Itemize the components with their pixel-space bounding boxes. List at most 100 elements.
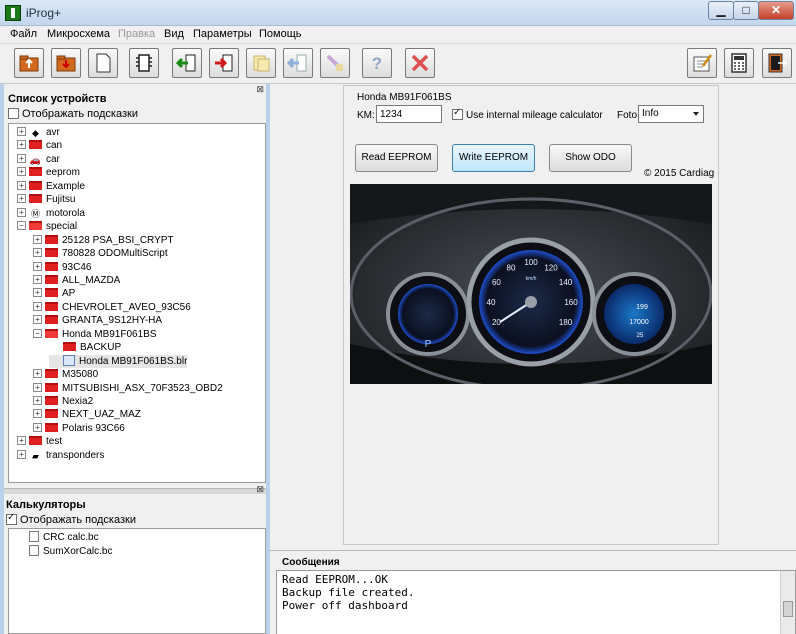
minimize-button[interactable]: ▁ [708, 1, 734, 20]
bc-file-icon [29, 545, 39, 556]
collapse-icon[interactable]: − [17, 221, 26, 231]
expand-icon[interactable]: + [33, 409, 42, 419]
tree-item[interactable]: + Nexia2 [33, 395, 93, 408]
expand-icon[interactable]: + [17, 436, 26, 446]
expand-icon[interactable]: + [17, 449, 26, 459]
erase-button[interactable] [320, 48, 350, 78]
expand-icon[interactable]: + [33, 422, 42, 432]
calculator-item[interactable]: SumXorCalc.bc [29, 545, 112, 557]
tree-item[interactable]: + AP [33, 287, 75, 300]
collapse-icon[interactable]: − [33, 328, 42, 338]
notepad-button[interactable] [687, 48, 717, 78]
chip-button[interactable] [129, 48, 159, 78]
devices-hint-checkbox[interactable]: Отображать подсказки [8, 108, 138, 120]
menu-edit[interactable]: Правка [118, 28, 155, 40]
expand-icon[interactable]: + [17, 194, 26, 204]
tree-item[interactable]: + Ⓜmotorola [17, 207, 85, 220]
tree-item[interactable]: + MITSUBISHI_ASX_70F3523_OBD2 [33, 382, 223, 395]
expand-icon[interactable]: + [17, 207, 26, 217]
tree-item[interactable]: + eeprom [17, 166, 80, 179]
save-folder-icon [56, 55, 76, 72]
menu-settings[interactable]: Параметры [193, 28, 252, 40]
calculator-icon [731, 53, 747, 73]
speed-tick-label: 180 [559, 318, 573, 327]
expand-icon[interactable]: + [33, 234, 42, 244]
tree-item[interactable]: +25128 PSA_BSI_CRYPT [33, 234, 174, 247]
menu-help[interactable]: Помощь [259, 28, 302, 40]
exit-button[interactable] [762, 48, 792, 78]
tree-item[interactable]: + Polaris 93C66 [33, 422, 125, 435]
expand-icon[interactable]: + [17, 140, 26, 150]
folder-icon [45, 409, 58, 419]
tree-item[interactable]: Honda MB91F061BS.blr [49, 354, 188, 368]
expand-icon[interactable]: + [33, 382, 42, 392]
write-chip-button[interactable] [209, 48, 239, 78]
tree-item[interactable]: + NEXT_UAZ_MAZ [33, 408, 141, 421]
folder-icon [63, 342, 76, 352]
tree-item[interactable]: + ▰ transponders [17, 449, 104, 462]
tree-item[interactable]: + CHEVROLET_AVEO_93C56 [33, 301, 191, 314]
calculator-button[interactable] [724, 48, 754, 78]
mileage-calculator-checkbox[interactable]: Use internal mileage calculator [452, 107, 603, 121]
write-eeprom-button[interactable]: Write EEPROM [452, 144, 535, 172]
write-icon [215, 54, 233, 72]
maximize-button[interactable]: □ [733, 1, 759, 20]
motorola-icon: Ⓜ [30, 208, 40, 219]
expand-icon[interactable]: + [33, 369, 42, 379]
expand-icon[interactable]: + [33, 396, 42, 405]
foto-label: Foto [617, 110, 638, 121]
device-tree[interactable]: + ◆ avr + can + 🚗 car + eeprom + Example + Fujitsu + Ⓜm… [8, 123, 266, 483]
verify-button[interactable] [283, 48, 313, 78]
copy-button[interactable] [246, 48, 276, 78]
tree-item[interactable]: + can [17, 139, 62, 152]
tree-item[interactable]: + GRANTA_9S12HY-HA [33, 314, 162, 327]
expand-icon[interactable]: + [17, 127, 26, 136]
expand-icon[interactable]: + [33, 288, 42, 298]
scrollbar-thumb[interactable] [783, 601, 793, 617]
tree-item[interactable]: − Honda MB91F061BS [33, 328, 157, 341]
copyright-text: © 2015 Cardiag [644, 168, 715, 179]
tree-item[interactable]: − special [17, 220, 77, 233]
tree-item[interactable]: +93C46 [33, 261, 91, 274]
tree-item[interactable]: + Example [17, 180, 85, 193]
menu-view[interactable]: Вид [164, 28, 184, 40]
save-button[interactable] [51, 48, 81, 78]
tree-item[interactable]: + M35080 [33, 368, 98, 381]
calculator-item[interactable]: CRC calc.bc [29, 531, 99, 543]
menu-chip[interactable]: Микросхема [47, 28, 110, 40]
new-button[interactable] [88, 48, 118, 78]
tree-item[interactable]: BACKUP [49, 341, 121, 354]
expand-icon[interactable]: + [33, 248, 42, 258]
help-button[interactable]: ? [362, 48, 392, 78]
messages-scrollbar[interactable] [780, 571, 795, 634]
expand-icon[interactable]: + [17, 180, 26, 190]
expand-icon[interactable]: + [33, 301, 42, 311]
tree-item-label: NEXT_UAZ_MAZ [62, 409, 141, 421]
tree-item[interactable]: + ◆ avr [17, 126, 60, 139]
panel-close-icon[interactable]: ⊠ [256, 84, 264, 95]
tree-item[interactable]: + 🚗 car [17, 153, 60, 166]
expand-icon[interactable]: + [33, 261, 42, 271]
expand-icon[interactable]: + [17, 167, 26, 177]
expand-icon[interactable]: + [33, 274, 42, 284]
foto-select[interactable]: Info [638, 105, 704, 123]
show-odo-button[interactable]: Show ODO [549, 144, 632, 172]
gear-indicator: P [425, 339, 432, 350]
tree-item-label: Honda MB91F061BS [62, 328, 157, 340]
expand-icon[interactable]: + [17, 153, 26, 163]
tree-item[interactable]: +780828 ODOMultiScript [33, 247, 168, 260]
tree-item[interactable]: + Fujitsu [17, 193, 75, 206]
mileage-calculator-label: Use internal mileage calculator [466, 110, 603, 121]
read-chip-button[interactable] [172, 48, 202, 78]
read-eeprom-button[interactable]: Read EEPROM [355, 144, 438, 172]
close-button[interactable]: ✕ [758, 1, 794, 20]
folder-icon [45, 422, 58, 432]
stop-button[interactable] [405, 48, 435, 78]
tree-item[interactable]: + test [17, 435, 62, 448]
menu-file[interactable]: Файл [10, 28, 37, 40]
expand-icon[interactable]: + [33, 315, 42, 325]
open-button[interactable] [14, 48, 44, 78]
km-input[interactable] [376, 105, 442, 123]
calculators-hint-checkbox[interactable]: Отображать подсказки [6, 512, 136, 526]
tree-item[interactable]: + ALL_MAZDA [33, 274, 120, 287]
